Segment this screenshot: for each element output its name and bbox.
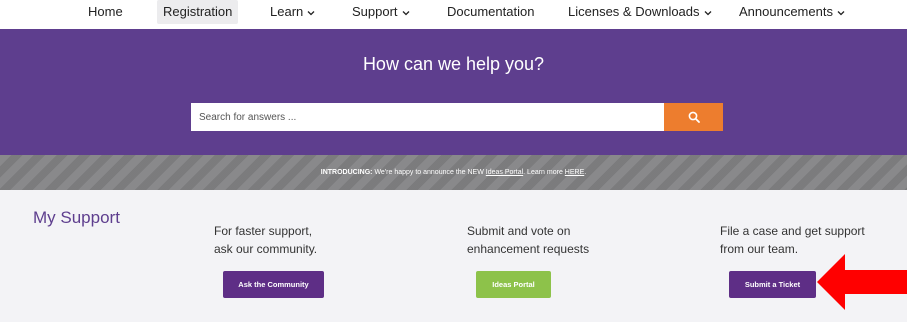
ideas-line-1: Submit and vote on [467, 224, 571, 238]
community-description: For faster support, ask our community. [214, 222, 317, 258]
nav-registration[interactable]: Registration [157, 0, 239, 24]
ask-community-button[interactable]: Ask the Community [223, 271, 324, 298]
nav-support[interactable]: Support [352, 0, 410, 24]
my-support-section: My Support For faster support, ask our c… [0, 190, 907, 322]
chevron-down-icon [307, 10, 315, 15]
announcement-middle: . Learn more [523, 169, 563, 176]
nav-support-label: Support [352, 4, 398, 19]
community-line-1: For faster support, [214, 224, 313, 238]
search-button[interactable] [664, 103, 723, 131]
ideas-portal-button[interactable]: Ideas Portal [476, 271, 551, 298]
learn-more-link[interactable]: HERE [565, 169, 584, 176]
chevron-down-icon [402, 10, 410, 15]
hero-search-banner: How can we help you? [0, 29, 907, 155]
chevron-down-icon [704, 10, 711, 15]
announcement-text: We're happy to announce the NEW [374, 169, 484, 176]
nav-licenses-label: Licenses & Downloads [568, 4, 700, 19]
nav-home-label: Home [88, 4, 123, 19]
hero-title: How can we help you? [362, 54, 545, 74]
search-icon [688, 111, 700, 123]
red-arrow-annotation [817, 254, 907, 310]
nav-learn-label: Learn [270, 4, 304, 19]
submit-ticket-button[interactable]: Submit a Ticket [729, 271, 816, 298]
community-line-2: ask our community. [214, 242, 318, 256]
chevron-down-icon [837, 10, 845, 15]
ideas-line-2: enhancement requests [467, 242, 590, 256]
nav-registration-label: Registration [163, 4, 233, 19]
ticket-line-1: File a case and get support [720, 224, 865, 238]
nav-documentation-label: Documentation [447, 4, 535, 19]
announcement-bar: INTRODUCING: We're happy to announce the… [0, 155, 907, 190]
nav-licenses-downloads[interactable]: Licenses & Downloads [568, 0, 712, 24]
nav-documentation[interactable]: Documentation [447, 0, 534, 24]
nav-announcements[interactable]: Announcements [739, 0, 845, 24]
ideas-portal-link[interactable]: Ideas Portal [486, 169, 523, 176]
nav-announcements-label: Announcements [739, 4, 833, 19]
ideas-description: Submit and vote on enhancement requests [467, 222, 589, 258]
announcement-prefix: INTRODUCING: [320, 169, 373, 176]
search-input[interactable] [191, 103, 664, 131]
top-navigation: Home Registration Learn Support Document… [0, 0, 907, 29]
nav-learn[interactable]: Learn [270, 0, 315, 24]
my-support-heading: My Support [33, 208, 120, 227]
nav-home[interactable]: Home [88, 0, 123, 24]
announcement-suffix: . [584, 169, 587, 176]
